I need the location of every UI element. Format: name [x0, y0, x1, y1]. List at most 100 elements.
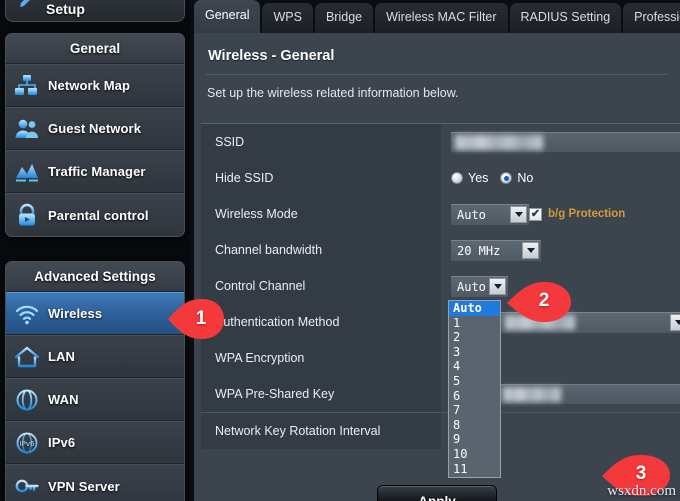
dropdown-option-5[interactable]: 5: [449, 374, 500, 389]
tab-wireless-mac-filter[interactable]: Wireless MAC Filter: [375, 3, 507, 33]
row-authentication-method: Authentication Method: [201, 304, 680, 340]
callout-marker-2: 2: [505, 277, 573, 325]
row-channel-bandwidth-value: 20 MHz: [441, 232, 680, 268]
content-area: Wireless - General Set up the wireless r…: [194, 33, 680, 501]
row-network-key-rotation-interval-label: Network Key Rotation Interval: [201, 413, 441, 449]
wifi-icon: [6, 302, 48, 326]
dropdown-option-6[interactable]: 6: [449, 389, 500, 404]
row-hide-ssid-label: Hide SSID: [201, 160, 441, 196]
sidebar-item-traffic-manager[interactable]: Traffic Manager: [6, 150, 184, 193]
wireless-mode-select[interactable]: Auto: [451, 204, 529, 225]
sidebar-group-general: General Network Map: [5, 33, 185, 237]
tab-wps[interactable]: WPS: [262, 3, 312, 33]
hide-ssid-no-label: No: [517, 171, 533, 185]
hide-ssid-yes-label: Yes: [468, 171, 488, 185]
row-network-key-rotation-interval: Network Key Rotation Interval: [201, 412, 680, 448]
dropdown-option-2[interactable]: 2: [449, 330, 500, 345]
ipv6-globe-icon: IPv6: [6, 431, 48, 455]
wpa-key-redacted-value: [503, 387, 561, 402]
row-channel-bandwidth: Channel bandwidth 20 MHz: [201, 232, 680, 268]
dropdown-option-10[interactable]: 10: [449, 447, 500, 462]
traffic-manager-icon: [6, 160, 48, 184]
bg-protection-checkbox[interactable]: ✔: [529, 208, 542, 221]
row-ssid-value: [441, 124, 680, 160]
sidebar-item-vpn-server-label: VPN Server: [48, 479, 120, 494]
sidebar-item-wireless[interactable]: Wireless: [6, 292, 184, 335]
svg-text:IPv6: IPv6: [20, 440, 35, 448]
vpn-key-icon: [6, 474, 48, 498]
watermark: wsxdn.com: [607, 483, 676, 500]
lock-icon: [6, 203, 48, 227]
dropdown-option-3[interactable]: 3: [449, 345, 500, 360]
sidebar-group-general-title: General: [6, 34, 184, 64]
dropdown-option-11[interactable]: 11: [449, 462, 500, 477]
hide-ssid-yes[interactable]: Yes: [451, 171, 488, 185]
row-wpa-encryption: WPA Encryption: [201, 340, 680, 376]
sidebar-item-vpn-server[interactable]: VPN Server: [6, 464, 184, 501]
page-title: Wireless - General: [194, 33, 680, 64]
callout-marker-1: 1: [166, 295, 226, 343]
dropdown-option-9[interactable]: 9: [449, 432, 500, 447]
dropdown-option-4[interactable]: 4: [449, 359, 500, 374]
sidebar-item-setup-label: Setup: [46, 1, 85, 17]
control-channel-value: Auto: [451, 280, 489, 294]
row-hide-ssid: Hide SSID Yes No: [201, 160, 680, 196]
row-hide-ssid-value: Yes No: [441, 160, 680, 196]
hide-ssid-no[interactable]: No: [500, 171, 533, 185]
sidebar-item-guest-network-label: Guest Network: [48, 121, 141, 136]
channel-bandwidth-value: 20 MHz: [451, 244, 522, 258]
dropdown-option-7[interactable]: 7: [449, 403, 500, 418]
control-channel-select[interactable]: Auto: [451, 276, 508, 297]
row-wpa-pre-shared-key-label: WPA Pre-Shared Key: [201, 376, 441, 412]
channel-bandwidth-select[interactable]: 20 MHz: [451, 240, 541, 261]
row-wpa-encryption-label: WPA Encryption: [201, 340, 441, 376]
sidebar-item-parental-control[interactable]: Parental control: [6, 193, 184, 236]
row-authentication-method-label: Authentication Method: [201, 304, 441, 340]
sidebar-item-traffic-manager-label: Traffic Manager: [48, 164, 146, 179]
wpa-pre-shared-key-input[interactable]: [499, 384, 680, 404]
sidebar-item-network-map-label: Network Map: [48, 78, 130, 93]
sidebar-item-lan-label: LAN: [48, 349, 75, 364]
sidebar-item-ipv6-label: IPv6: [48, 435, 75, 450]
dropdown-option-1[interactable]: 1: [449, 316, 500, 331]
page-subtitle: Set up the wireless related information …: [194, 75, 680, 100]
dropdown-option-8[interactable]: 8: [449, 418, 500, 433]
row-ssid-label: SSID: [201, 124, 441, 160]
sidebar-item-lan[interactable]: LAN: [6, 335, 184, 378]
globe-icon: [6, 388, 48, 412]
row-wireless-mode: Wireless Mode Auto ✔ b/g Protection: [201, 196, 680, 232]
row-channel-bandwidth-label: Channel bandwidth: [201, 232, 441, 268]
sidebar-group-advanced-title: Advanced Settings: [6, 262, 184, 292]
tab-bridge[interactable]: Bridge: [315, 3, 373, 33]
ssid-input[interactable]: [451, 132, 680, 152]
sidebar-item-ipv6[interactable]: IPv6 IPv6: [6, 421, 184, 464]
guest-network-icon: [6, 117, 48, 141]
apply-button[interactable]: Apply: [377, 485, 497, 501]
sidebar: Setup General Network Map: [0, 0, 190, 501]
sidebar-item-setup[interactable]: Setup: [5, 0, 185, 22]
callout-1-number: 1: [166, 295, 226, 343]
main-panel: General WPS Bridge Wireless MAC Filter R…: [194, 0, 680, 501]
tab-bar: General WPS Bridge Wireless MAC Filter R…: [194, 0, 680, 33]
row-ssid: SSID: [201, 124, 680, 160]
row-wireless-mode-value: Auto ✔ b/g Protection: [441, 196, 680, 232]
control-channel-dropdown-list[interactable]: Auto 1 2 3 4 5 6 7 8 9 10 11: [448, 300, 501, 478]
row-control-channel-label: Control Channel: [201, 268, 441, 304]
sidebar-group-advanced-settings: Advanced Settings Wireless: [5, 261, 185, 501]
tab-radius-setting[interactable]: RADIUS Setting: [510, 3, 622, 33]
radio-no-icon[interactable]: [500, 172, 512, 184]
chevron-down-icon[interactable]: [670, 314, 680, 331]
network-map-icon: [6, 74, 48, 98]
tab-general[interactable]: General: [194, 0, 260, 33]
chevron-down-icon[interactable]: [510, 206, 527, 223]
chevron-down-icon[interactable]: [489, 278, 506, 295]
radio-yes-icon[interactable]: [451, 172, 463, 184]
sidebar-item-guest-network[interactable]: Guest Network: [6, 107, 184, 150]
sidebar-item-wan[interactable]: WAN: [6, 378, 184, 421]
sidebar-item-network-map[interactable]: Network Map: [6, 64, 184, 107]
callout-2-number: 2: [505, 277, 573, 325]
dropdown-option-auto[interactable]: Auto: [449, 301, 500, 316]
tab-professional[interactable]: Professional: [623, 3, 680, 33]
ssid-redacted-value: [455, 135, 543, 150]
chevron-down-icon[interactable]: [522, 242, 539, 259]
